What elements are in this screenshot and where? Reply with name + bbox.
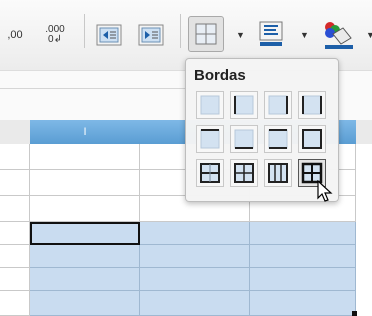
borders-dropdown-arrow-icon[interactable]: ▼ — [236, 30, 245, 40]
right-border-icon — [268, 95, 288, 115]
border-option-vertical-inner-borders[interactable] — [264, 159, 292, 187]
border-option-top-bottom-borders[interactable] — [264, 125, 292, 153]
border-option-horizontal-inner-borders[interactable] — [196, 159, 224, 187]
increase-indent-button[interactable] — [136, 20, 166, 50]
grid-cell-selected[interactable] — [250, 245, 356, 268]
border-option-top-border[interactable] — [196, 125, 224, 153]
formula-bar-divider — [0, 88, 190, 89]
left-right-borders-icon — [302, 95, 322, 115]
toolbar-separator — [84, 14, 85, 48]
border-option-left-right-borders[interactable] — [298, 91, 326, 119]
outer-border-icon — [302, 129, 322, 149]
grid-cell-selected[interactable] — [140, 291, 250, 316]
borders-popup-title: Bordas — [194, 67, 246, 84]
border-option-left-border[interactable] — [230, 91, 258, 119]
column-header[interactable] — [0, 120, 31, 144]
grid-cell[interactable] — [30, 144, 140, 170]
border-option-right-border[interactable] — [264, 91, 292, 119]
borders-button[interactable] — [188, 16, 224, 52]
mouse-cursor-icon — [317, 180, 333, 202]
grid-cell-selected[interactable] — [30, 245, 140, 268]
borders-icon — [195, 23, 217, 45]
grid-cell-selected[interactable] — [30, 291, 140, 316]
outer-and-inner-borders-icon — [234, 163, 254, 183]
border-color-icon — [259, 21, 283, 46]
indent-increase-icon — [138, 24, 164, 46]
bottom-border-icon — [234, 129, 254, 149]
grid-cell-selected[interactable] — [250, 268, 356, 291]
border-color-button[interactable] — [256, 18, 288, 50]
decrease-decimal-label: ,00 — [7, 29, 23, 41]
fill-color-button[interactable] — [320, 16, 356, 52]
grid-cell-selected[interactable] — [30, 268, 140, 291]
border-option-bottom-border[interactable] — [230, 125, 258, 153]
grid-cell-selected[interactable] — [140, 268, 250, 291]
top-border-icon — [200, 129, 220, 149]
no-borders-icon — [200, 95, 220, 115]
grid-cell[interactable] — [0, 268, 30, 291]
border-option-no-borders[interactable] — [196, 91, 224, 119]
border-option-outer-and-inner-borders[interactable] — [230, 159, 258, 187]
column-header-label: I — [83, 126, 87, 138]
grid-cell[interactable] — [0, 170, 30, 196]
column-header-selected[interactable]: I — [30, 120, 141, 144]
left-border-icon — [234, 95, 254, 115]
add-decimal-label-bottom: 0↲ — [48, 34, 62, 45]
grid-cell[interactable] — [30, 196, 140, 222]
fill-color-dropdown-arrow-icon[interactable]: ▼ — [366, 30, 372, 40]
fill-color-icon — [325, 22, 353, 49]
grid-cell[interactable] — [30, 170, 140, 196]
decrease-decimal-button[interactable]: ,00 — [2, 22, 28, 48]
grid-cell-selected[interactable] — [140, 222, 250, 245]
border-color-dropdown-arrow-icon[interactable]: ▼ — [300, 30, 309, 40]
top-bottom-borders-icon — [268, 129, 288, 149]
active-cell[interactable] — [30, 222, 140, 245]
decrease-indent-button[interactable] — [94, 20, 124, 50]
vertical-inner-borders-icon — [268, 163, 288, 183]
horizontal-inner-borders-icon — [200, 163, 220, 183]
toolbar-separator — [180, 14, 181, 48]
grid-cell[interactable] — [0, 291, 30, 316]
indent-decrease-icon — [96, 24, 122, 46]
grid-cell[interactable] — [0, 196, 30, 222]
grid-cell-selected[interactable] — [250, 222, 356, 245]
grid-cell[interactable] — [0, 144, 30, 170]
column-header[interactable] — [356, 120, 372, 144]
grid-cell-selected[interactable] — [250, 291, 356, 316]
grid-cell[interactable] — [0, 222, 30, 245]
add-decimal-button[interactable]: .000 0↲ — [40, 20, 70, 50]
grid-cell-selected[interactable] — [140, 245, 250, 268]
fill-handle[interactable] — [352, 311, 357, 316]
border-option-outer-border[interactable] — [298, 125, 326, 153]
grid-cell[interactable] — [0, 245, 30, 268]
